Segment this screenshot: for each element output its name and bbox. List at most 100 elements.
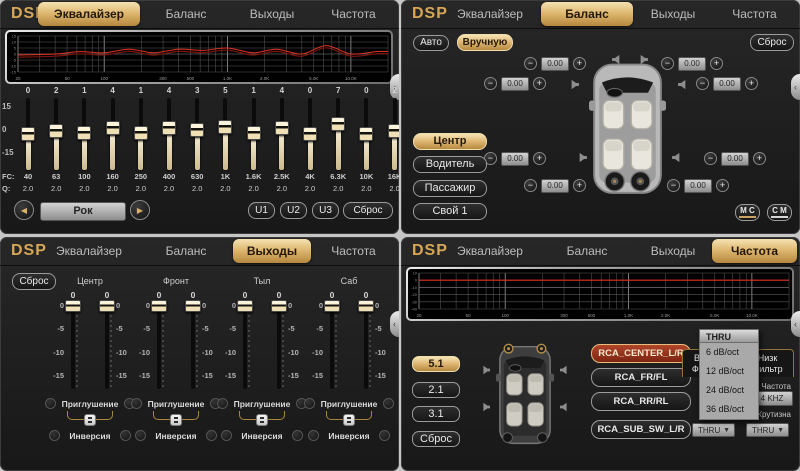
tab-frequency[interactable]: Частота xyxy=(712,239,797,263)
preset-next-button[interactable]: ▶ xyxy=(130,200,150,220)
plus-button[interactable]: + xyxy=(745,77,758,90)
output-slider-handle[interactable] xyxy=(151,300,167,312)
tab-frequency[interactable]: Частота xyxy=(311,239,396,263)
tab-outputs[interactable]: Выходы xyxy=(233,239,311,263)
user-preset-button-3[interactable]: U3 xyxy=(312,202,339,219)
slope-dropdown-selected[interactable]: THRU xyxy=(699,329,759,343)
rca-channel-button-2[interactable]: RCA_RR/RL xyxy=(591,392,691,411)
tab-frequency[interactable]: Частота xyxy=(311,2,396,26)
band-slider-handle[interactable] xyxy=(275,121,289,135)
tab-outputs[interactable]: Выходы xyxy=(634,239,712,263)
output-slider-handle[interactable] xyxy=(185,300,201,312)
channel-link-icon[interactable] xyxy=(84,414,96,426)
outputs-reset-button[interactable]: Сброс xyxy=(12,273,56,290)
cm-mode-button[interactable]: C M xyxy=(767,204,792,221)
invert-toggle-left[interactable] xyxy=(135,430,146,441)
user-preset-button-2[interactable]: U2 xyxy=(280,202,307,219)
invert-toggle-right[interactable] xyxy=(120,430,131,441)
tab-equalizer[interactable]: Эквалайзер xyxy=(38,2,140,26)
channel-link-icon[interactable] xyxy=(256,414,268,426)
listening-position-button-2[interactable]: Водитель xyxy=(413,156,487,173)
band-slider-handle[interactable] xyxy=(247,126,261,140)
invert-toggle-left[interactable] xyxy=(49,430,60,441)
slope-dropdown-option-1[interactable]: 12 dB/oct xyxy=(700,362,758,381)
invert-toggle-right[interactable] xyxy=(292,430,303,441)
tab-frequency[interactable]: Частота xyxy=(712,2,797,26)
output-slider-handle[interactable] xyxy=(271,300,287,312)
slope-dropdown-option-3[interactable]: 36 dB/oct xyxy=(700,400,758,419)
minus-button[interactable]: − xyxy=(667,179,680,192)
output-slider-handle[interactable] xyxy=(324,300,340,312)
invert-toggle-left[interactable] xyxy=(221,430,232,441)
rca-channel-button-3[interactable]: RCA_SUB_SW_L/R xyxy=(591,420,691,439)
minus-button[interactable]: − xyxy=(524,57,537,70)
eq-reset-button[interactable]: Сброс xyxy=(343,202,393,219)
mode-button-3-1[interactable]: 3.1 xyxy=(412,406,460,422)
band-slider-handle[interactable] xyxy=(21,127,35,141)
mode-button-5-1[interactable]: 5.1 xyxy=(412,356,460,372)
plus-button[interactable]: + xyxy=(533,152,546,165)
output-slider-handle[interactable] xyxy=(99,300,115,312)
band-slider-handle[interactable] xyxy=(77,126,91,140)
tab-outputs[interactable]: Выходы xyxy=(233,2,311,26)
invert-toggle-right[interactable] xyxy=(379,430,390,441)
preset-prev-button[interactable]: ◀ xyxy=(14,200,34,220)
output-slider-handle[interactable] xyxy=(237,300,253,312)
mute-toggle-left[interactable] xyxy=(45,398,56,409)
plus-button[interactable]: + xyxy=(710,57,723,70)
manual-button[interactable]: Вручную xyxy=(457,34,513,51)
output-slider-handle[interactable] xyxy=(358,300,374,312)
band-slider-handle[interactable] xyxy=(359,127,373,141)
plus-button[interactable]: + xyxy=(533,77,546,90)
minus-button[interactable]: − xyxy=(696,77,709,90)
mute-toggle-left[interactable] xyxy=(131,398,142,409)
mc-mode-button[interactable]: M C xyxy=(735,204,760,221)
minus-button[interactable]: − xyxy=(484,77,497,90)
balance-reset-button[interactable]: Сброс xyxy=(750,34,794,51)
band-slider-handle[interactable] xyxy=(162,121,176,135)
plus-button[interactable]: + xyxy=(753,152,766,165)
tab-balance[interactable]: Баланс xyxy=(541,2,633,26)
plus-button[interactable]: + xyxy=(716,179,729,192)
plus-button[interactable]: + xyxy=(573,57,586,70)
panel-drawer-handle[interactable]: ‹ xyxy=(791,74,800,100)
band-slider-handle[interactable] xyxy=(388,124,399,138)
band-slider-handle[interactable] xyxy=(218,120,232,134)
band-slider-handle[interactable] xyxy=(303,127,317,141)
tab-equalizer[interactable]: Эквалайзер xyxy=(439,239,541,263)
mute-toggle-right[interactable] xyxy=(383,398,394,409)
auto-button[interactable]: Авто xyxy=(413,35,449,51)
listening-position-button-1[interactable]: Центр xyxy=(413,133,487,150)
channel-link-icon[interactable] xyxy=(343,414,355,426)
band-slider-handle[interactable] xyxy=(331,117,345,131)
mode-button-2-1[interactable]: 2.1 xyxy=(412,382,460,398)
band-slider-handle[interactable] xyxy=(106,121,120,135)
lp-slope-select[interactable]: THRU▼ xyxy=(746,423,789,437)
output-slider-handle[interactable] xyxy=(65,300,81,312)
panel-drawer-handle[interactable]: ‹ xyxy=(390,311,399,337)
band-slider-handle[interactable] xyxy=(190,123,204,137)
listening-position-button-3[interactable]: Пассажир xyxy=(413,180,487,197)
tab-equalizer[interactable]: Эквалайзер xyxy=(439,2,541,26)
minus-button[interactable]: − xyxy=(524,179,537,192)
tab-balance[interactable]: Баланс xyxy=(541,239,633,263)
plus-button[interactable]: + xyxy=(573,179,586,192)
mute-toggle-left[interactable] xyxy=(217,398,228,409)
band-slider-handle[interactable] xyxy=(49,124,63,138)
rca-channel-button-0[interactable]: RCA_CENTER_L/R xyxy=(591,344,691,363)
invert-toggle-left[interactable] xyxy=(308,430,319,441)
tab-balance[interactable]: Баланс xyxy=(140,239,232,263)
user-preset-button-1[interactable]: U1 xyxy=(248,202,275,219)
slope-dropdown-option-0[interactable]: 6 dB/oct xyxy=(700,343,758,362)
band-slider-handle[interactable] xyxy=(134,126,148,140)
tab-outputs[interactable]: Выходы xyxy=(634,2,712,26)
crossover-reset-button[interactable]: Сброс xyxy=(412,431,460,447)
mute-toggle-left[interactable] xyxy=(304,398,315,409)
tab-balance[interactable]: Баланс xyxy=(140,2,232,26)
tab-equalizer[interactable]: Эквалайзер xyxy=(38,239,140,263)
panel-drawer-handle[interactable]: ‹ xyxy=(791,311,800,337)
minus-button[interactable]: − xyxy=(704,152,717,165)
rca-channel-button-1[interactable]: RCA_FR/FL xyxy=(591,368,691,387)
slope-dropdown-option-2[interactable]: 24 dB/oct xyxy=(700,381,758,400)
listening-position-button-4[interactable]: Свой 1 xyxy=(413,203,487,220)
